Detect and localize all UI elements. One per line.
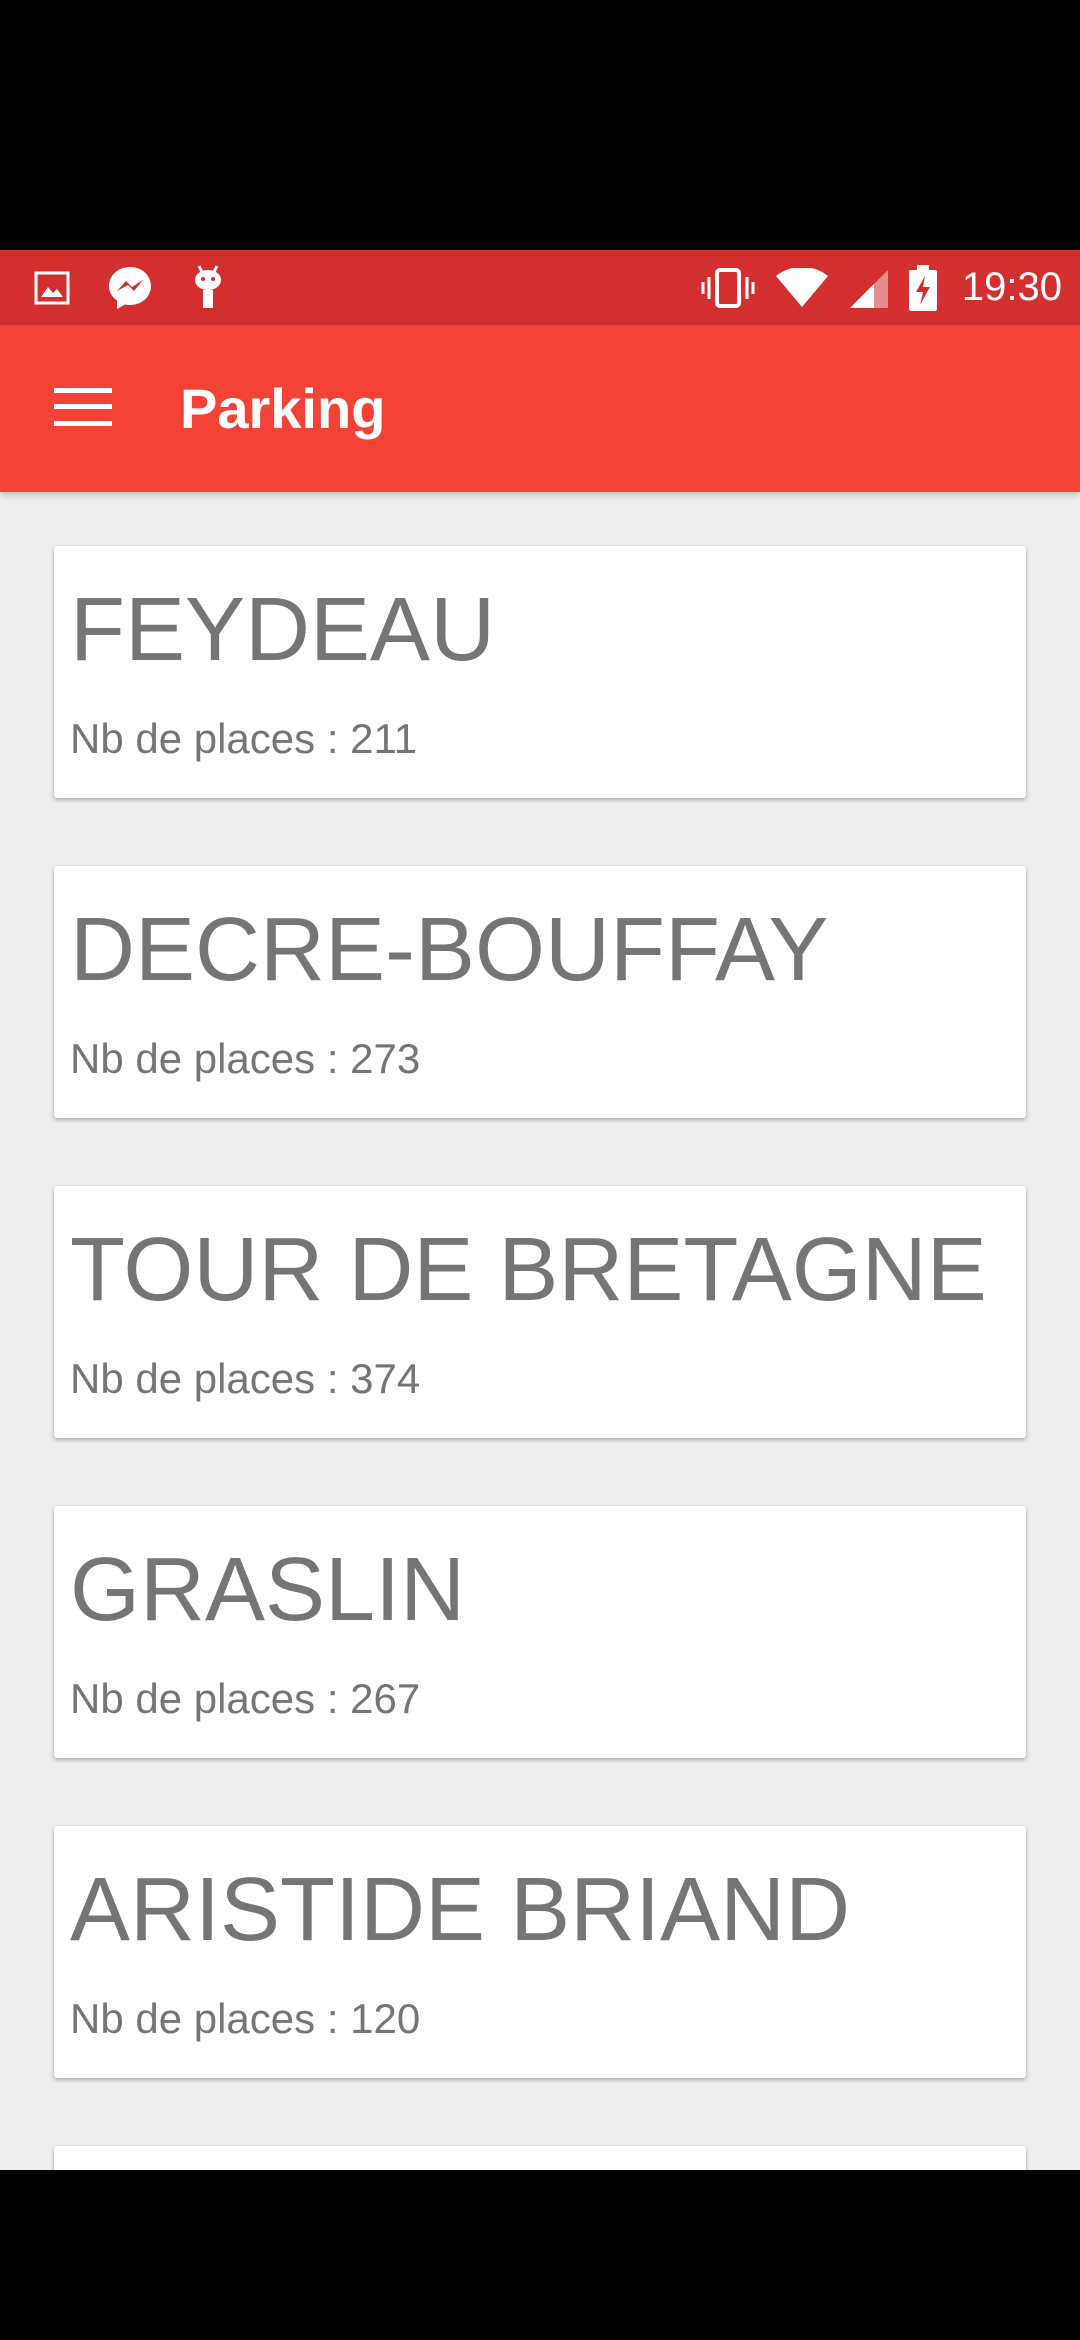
cell-signal-icon — [848, 268, 890, 308]
status-bar: 19:30 — [0, 250, 1080, 325]
parking-card[interactable]: ARISTIDE BRIAND Nb de places : 120 — [54, 1826, 1026, 2078]
status-clock: 19:30 — [961, 265, 1062, 309]
parking-card[interactable]: DECRE-BOUFFAY Nb de places : 273 — [54, 866, 1026, 1118]
status-bar-system: 19:30 — [700, 250, 1062, 325]
wifi-icon — [774, 267, 830, 308]
hamburger-menu-icon — [54, 386, 112, 433]
parking-places: Nb de places : 120 — [70, 1995, 421, 2042]
image-notification-icon — [34, 270, 70, 306]
parking-card-partial[interactable] — [54, 2146, 1026, 2170]
parking-name: DECRE-BOUFFAY — [70, 900, 829, 1000]
parking-name: ARISTIDE BRIAND — [70, 1860, 851, 1960]
parking-name: GRASLIN — [70, 1540, 466, 1640]
parking-name: TOUR DE BRETAGNE — [70, 1220, 987, 1320]
parking-list[interactable]: FEYDEAU Nb de places : 211 DECRE-BOUFFAY… — [0, 492, 1080, 2170]
battery-charging-icon — [908, 264, 938, 311]
navigation-menu-button[interactable] — [38, 373, 128, 445]
parking-card[interactable]: TOUR DE BRETAGNE Nb de places : 374 — [54, 1186, 1026, 1438]
messenger-icon — [106, 264, 154, 312]
app-bar: Parking — [0, 325, 1080, 492]
parking-places: Nb de places : 374 — [70, 1355, 421, 1402]
parking-places: Nb de places : 211 — [70, 715, 418, 762]
parking-places: Nb de places : 273 — [70, 1035, 421, 1082]
parking-card[interactable]: FEYDEAU Nb de places : 211 — [54, 546, 1026, 798]
vibrate-icon — [700, 267, 756, 308]
app-screen: 19:30 Parking FEYDEAU Nb de places : 211… — [0, 250, 1080, 2170]
parking-name: FEYDEAU — [70, 580, 496, 680]
status-bar-notifications — [34, 250, 226, 325]
parking-places: Nb de places : 267 — [70, 1675, 421, 1722]
android-debug-icon — [190, 264, 226, 312]
parking-card[interactable]: GRASLIN Nb de places : 267 — [54, 1506, 1026, 1758]
page-title: Parking — [180, 377, 386, 440]
